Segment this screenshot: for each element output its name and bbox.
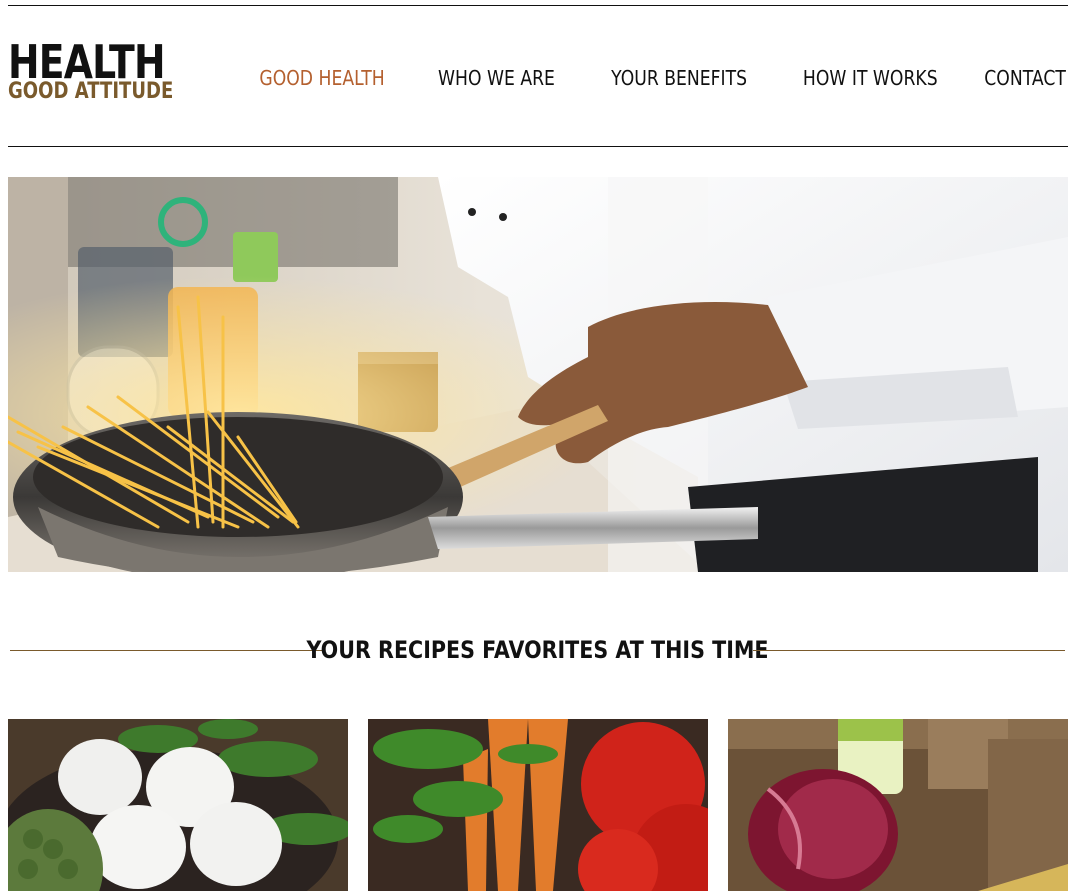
recipe-thumbnail-vegetables[interactable] — [368, 719, 708, 891]
recipe-thumbnail-eggs[interactable] — [8, 719, 348, 891]
nav-item-contact[interactable]: CONTACT — [984, 64, 1066, 92]
section-heading: YOUR RECIPES FAVORITES AT THIS TIME — [10, 630, 1065, 670]
nav-item-good-health[interactable]: GOOD HEALTH — [259, 64, 384, 92]
heading-rule-right — [753, 650, 1065, 651]
nav-item-how-it-works[interactable]: HOW IT WORKS — [802, 64, 937, 92]
hero-image — [8, 177, 1068, 572]
eggs-illustration — [8, 719, 348, 891]
nav-item-who-we-are[interactable]: WHO WE ARE — [438, 64, 555, 92]
nav-item-your-benefits[interactable]: YOUR BENEFITS — [611, 64, 747, 92]
vegetables-illustration — [368, 719, 708, 891]
main-navigation: GOOD HEALTH WHO WE ARE YOUR BENEFITS HOW… — [205, 64, 1066, 92]
hero-cooking-illustration — [8, 177, 1068, 572]
logo-subtitle: GOOD ATTITUDE — [8, 79, 174, 104]
header-divider — [8, 146, 1068, 147]
site-logo[interactable]: HEALTH GOOD ATTITUDE — [8, 38, 210, 104]
recipe-thumbnail-onion[interactable] — [728, 719, 1068, 891]
top-divider — [8, 5, 1068, 6]
recipe-thumbnails — [8, 719, 1068, 891]
onion-illustration — [728, 719, 1068, 891]
